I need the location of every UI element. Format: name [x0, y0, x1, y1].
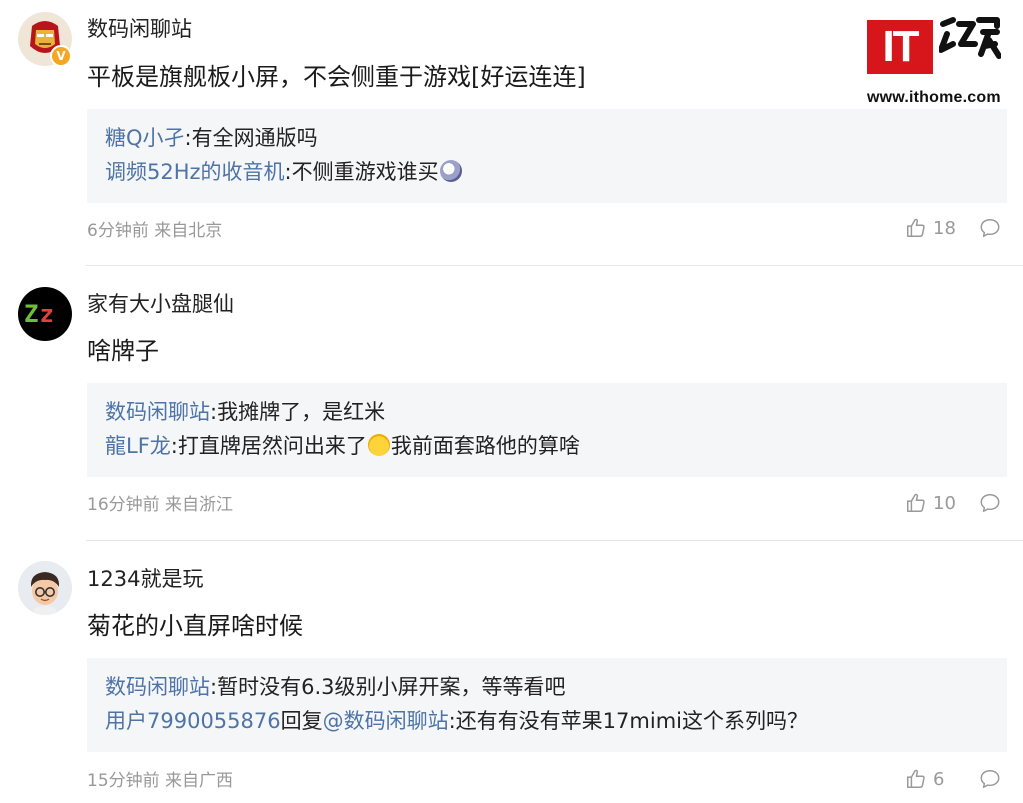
reply-mention[interactable]: @数码闲聊站: [323, 709, 449, 733]
divider: [86, 540, 1023, 541]
reply-line: 数码闲聊站:我摊牌了，是红米: [105, 395, 989, 429]
reply-username[interactable]: 数码闲聊站: [105, 675, 210, 699]
comment-meta: 15分钟前 来自广西: [87, 769, 233, 793]
thumbs-up-icon: [907, 493, 925, 512]
reply-username[interactable]: 龍LF龙: [105, 434, 171, 458]
reply-line: 数码闲聊站:暂时没有6.3级别小屏开案，等等看吧: [105, 670, 989, 704]
avatar[interactable]: [18, 561, 72, 615]
cartoon-boy-avatar-icon: [18, 561, 72, 615]
reply-username[interactable]: 糖Q小孑: [105, 126, 185, 150]
comment-location: 来自广西: [165, 771, 234, 791]
like-button[interactable]: 18: [905, 217, 957, 239]
reply-button[interactable]: [979, 217, 1001, 239]
comment-item: V 数码闲聊站 平板是旗舰板小屏，不会侧重于游戏[好运连连] 糖Q小孑:有全网通…: [0, 0, 1023, 266]
comment-meta: 16分钟前 来自浙江: [87, 493, 233, 517]
like-button[interactable]: 6: [905, 768, 957, 790]
reply-text: 打直牌居然问出来了: [177, 434, 367, 458]
zz-avatar-icon: Zz: [24, 300, 55, 328]
reply-button[interactable]: [979, 492, 1001, 514]
comment-time: 6分钟前: [87, 221, 149, 241]
reply-username[interactable]: 数码闲聊站: [105, 400, 210, 424]
reply-text: 我摊牌了，是红米: [217, 400, 386, 424]
comment-actions: 6: [905, 768, 1001, 790]
comment-content: 平板是旗舰板小屏，不会侧重于游戏[好运连连]: [87, 63, 586, 91]
comment-item: Zz 家有大小盘腿仙 啥牌子 数码闲聊站:我摊牌了，是红米 龍LF龙:打直牌居然…: [0, 267, 1023, 541]
reply-text: 不侧重游戏谁买: [291, 160, 439, 184]
divider: [86, 265, 1023, 266]
verified-badge: V: [50, 45, 72, 67]
like-button[interactable]: 10: [905, 492, 957, 514]
comment-actions: 18: [905, 217, 1001, 239]
laughing-tears-emoji: [367, 434, 390, 456]
comment-actions: 10: [905, 492, 1001, 514]
comment-item: 1234就是玩 菊花的小直屏啥时候 数码闲聊站:暂时没有6.3级别小屏开案，等等…: [0, 542, 1023, 803]
comment-content: 菊花的小直屏啥时候: [87, 612, 303, 640]
thumbs-up-icon: [907, 769, 925, 788]
comment-meta: 6分钟前 来自北京: [87, 219, 222, 243]
avatar[interactable]: Zz: [18, 287, 72, 341]
comment-time: 16分钟前: [87, 495, 160, 515]
comment-username[interactable]: 家有大小盘腿仙: [87, 289, 234, 319]
reply-text: 有全网通版吗: [191, 126, 318, 150]
reply-username[interactable]: 调频52Hz的收音机: [105, 160, 285, 184]
reply-button[interactable]: [979, 768, 1001, 790]
reply-box: 数码闲聊站:我摊牌了，是红米 龍LF龙:打直牌居然问出来了 我前面套路他的算啥: [87, 383, 1007, 477]
speech-bubble-icon: [980, 494, 1000, 512]
like-count: 10: [933, 492, 956, 514]
reply-line: 用户7990055876回复@数码闲聊站:还有有没有苹果17mimi这个系列吗？: [105, 704, 989, 738]
reply-text: 暂时没有6.3级别小屏开案，等等看吧: [217, 675, 566, 699]
comment-location: 来自浙江: [165, 495, 234, 515]
comment-time: 15分钟前: [87, 771, 160, 791]
reply-text: 我前面套路他的算啥: [390, 434, 580, 458]
reply-separator: :: [448, 709, 456, 733]
reply-box: 糖Q小孑:有全网通版吗 调频52Hz的收音机:不侧重游戏谁买: [87, 109, 1007, 203]
comment-username[interactable]: 数码闲聊站: [87, 14, 192, 44]
comment-username[interactable]: 1234就是玩: [87, 564, 203, 594]
like-count: 6: [933, 768, 945, 790]
reply-separator: :: [170, 434, 178, 458]
speech-bubble-icon: [980, 219, 1000, 237]
comment-content: 啥牌子: [87, 337, 159, 365]
speech-bubble-icon: [980, 770, 1000, 788]
reply-line: 龍LF龙:打直牌居然问出来了 我前面套路他的算啥: [105, 429, 989, 463]
reply-separator: :: [184, 126, 192, 150]
thumbs-up-icon: [907, 218, 925, 237]
reply-text: 还有有没有苹果17mimi这个系列吗？: [455, 709, 808, 733]
like-count: 18: [933, 217, 956, 239]
reply-username[interactable]: 用户7990055876: [105, 709, 281, 733]
reply-line: 调频52Hz的收音机:不侧重游戏谁买: [105, 155, 989, 189]
comment-location: 来自北京: [154, 221, 223, 241]
reply-line: 糖Q小孑:有全网通版吗: [105, 121, 989, 155]
reply-connector: 回复: [280, 709, 323, 733]
reply-separator: :: [284, 160, 292, 184]
avatar-letter: Z: [24, 300, 40, 328]
dizzy-face-emoji: [439, 160, 462, 182]
reply-box: 数码闲聊站:暂时没有6.3级别小屏开案，等等看吧 用户7990055876回复@…: [87, 658, 1007, 752]
avatar-letter: z: [39, 300, 55, 328]
